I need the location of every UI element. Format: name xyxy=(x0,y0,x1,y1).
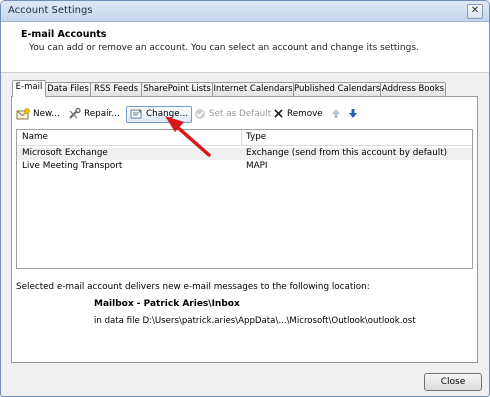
account-list: Name Type Microsoft Exchange Exchange (s… xyxy=(16,129,473,269)
page-title: E-mail Accounts xyxy=(21,29,107,40)
tab-internet-calendars[interactable]: Internet Calendars xyxy=(212,82,294,96)
change-button-label: Change... xyxy=(146,109,189,119)
change-button[interactable]: Change... xyxy=(126,106,192,123)
delivery-data-file: in data file D:\Users\patrick.aries\AppD… xyxy=(94,316,416,326)
move-up-button[interactable] xyxy=(331,106,344,122)
tab-rss-feeds[interactable]: RSS Feeds xyxy=(90,82,142,96)
account-toolbar: New... Repair... Change... Set as Defaul… xyxy=(16,106,471,124)
delivery-description: Selected e-mail account delivers new e-m… xyxy=(16,282,370,292)
new-button-label: New... xyxy=(33,109,60,119)
wrench-icon xyxy=(69,107,81,119)
tab-email[interactable]: E-mail xyxy=(12,80,46,97)
remove-button-label: Remove xyxy=(287,109,323,119)
account-type: Exchange (send from this account by defa… xyxy=(246,148,448,158)
window-title: Account Settings xyxy=(8,5,93,16)
tab-sharepoint-lists[interactable]: SharePoint Lists xyxy=(141,82,213,96)
account-row-live-meeting[interactable]: Live Meeting Transport MAPI xyxy=(17,161,472,173)
column-divider[interactable] xyxy=(241,130,242,145)
account-type: MAPI xyxy=(246,161,268,171)
account-name: Microsoft Exchange xyxy=(22,148,108,158)
remove-x-icon xyxy=(274,109,283,118)
page-description: You can add or remove an account. You ca… xyxy=(29,43,419,53)
delivery-mailbox: Mailbox - Patrick Aries\Inbox xyxy=(94,299,240,309)
tab-address-books[interactable]: Address Books xyxy=(380,82,446,96)
repair-button[interactable]: Repair... xyxy=(68,106,120,122)
email-tab-panel: New... Repair... Change... Set as Defaul… xyxy=(11,96,478,363)
column-header-type[interactable]: Type xyxy=(246,132,266,142)
close-button[interactable]: Close xyxy=(424,373,482,391)
column-header-name[interactable]: Name xyxy=(22,132,48,142)
new-button[interactable]: New... xyxy=(16,106,60,122)
move-down-button[interactable] xyxy=(348,106,361,122)
header-panel: E-mail Accounts You can add or remove an… xyxy=(1,22,489,73)
close-icon[interactable]: ✕ xyxy=(467,4,483,19)
tab-published-calendars[interactable]: Published Calendars xyxy=(293,82,381,96)
new-account-icon xyxy=(16,107,30,119)
account-list-header: Name Type xyxy=(17,130,472,146)
account-name: Live Meeting Transport xyxy=(22,161,123,171)
set-default-button[interactable]: Set as Default xyxy=(194,106,271,122)
remove-button[interactable]: Remove xyxy=(273,106,323,122)
arrow-up-icon xyxy=(332,109,340,118)
account-settings-window: Account Settings ✕ E-mail Accounts You c… xyxy=(0,0,490,397)
account-row-exchange[interactable]: Microsoft Exchange Exchange (send from t… xyxy=(17,148,472,160)
checkmark-circle-icon xyxy=(195,108,205,119)
arrow-down-icon xyxy=(349,109,357,118)
tab-data-files[interactable]: Data Files xyxy=(45,82,91,96)
set-default-button-label: Set as Default xyxy=(209,109,272,119)
change-account-icon xyxy=(130,109,142,119)
title-bar: Account Settings ✕ xyxy=(1,1,489,22)
repair-button-label: Repair... xyxy=(84,109,120,119)
